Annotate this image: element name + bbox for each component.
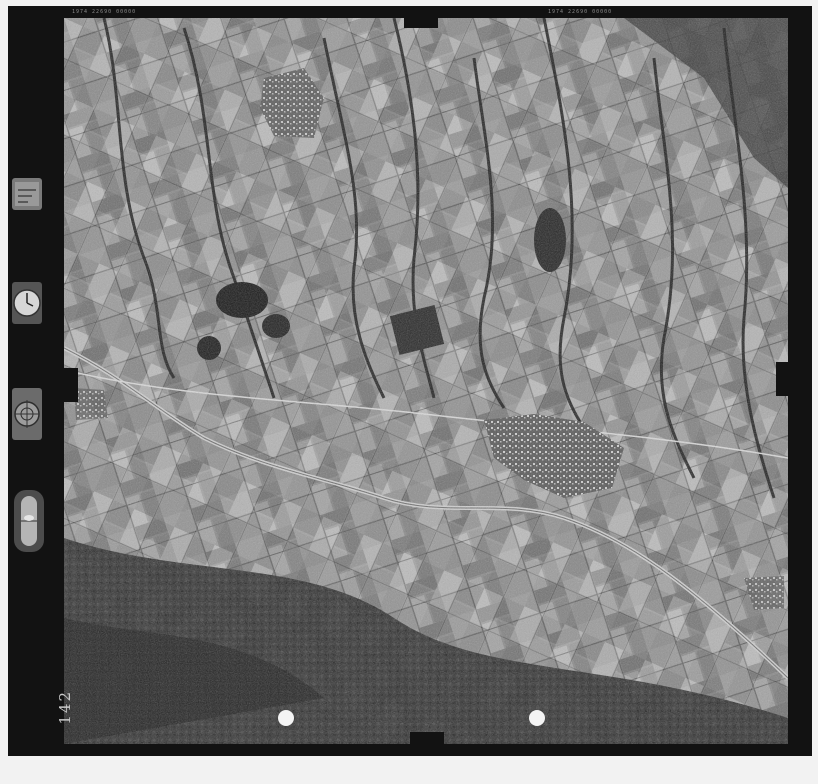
aerial-photo-scan: 1974 22690 00000 1974 22690 00000 142 <box>0 0 818 784</box>
compass-icon <box>12 388 42 440</box>
frame-notch-bottom <box>410 732 444 746</box>
level-bubble-icon <box>14 490 44 552</box>
altimeter-panel-icon <box>12 178 42 210</box>
fiducial-hole-left <box>278 710 294 726</box>
clock-icon <box>12 282 42 324</box>
aerial-photograph <box>64 18 788 744</box>
fiducial-hole-right <box>529 710 545 726</box>
frame-notch-right <box>776 362 790 396</box>
frame-code-right: 1974 22690 00000 <box>548 9 613 15</box>
frame-code-left: 1974 22690 00000 <box>72 9 137 15</box>
frame-number: 142 <box>56 690 74 725</box>
frame-notch-top <box>404 6 438 28</box>
frame-notch-left <box>64 368 78 402</box>
